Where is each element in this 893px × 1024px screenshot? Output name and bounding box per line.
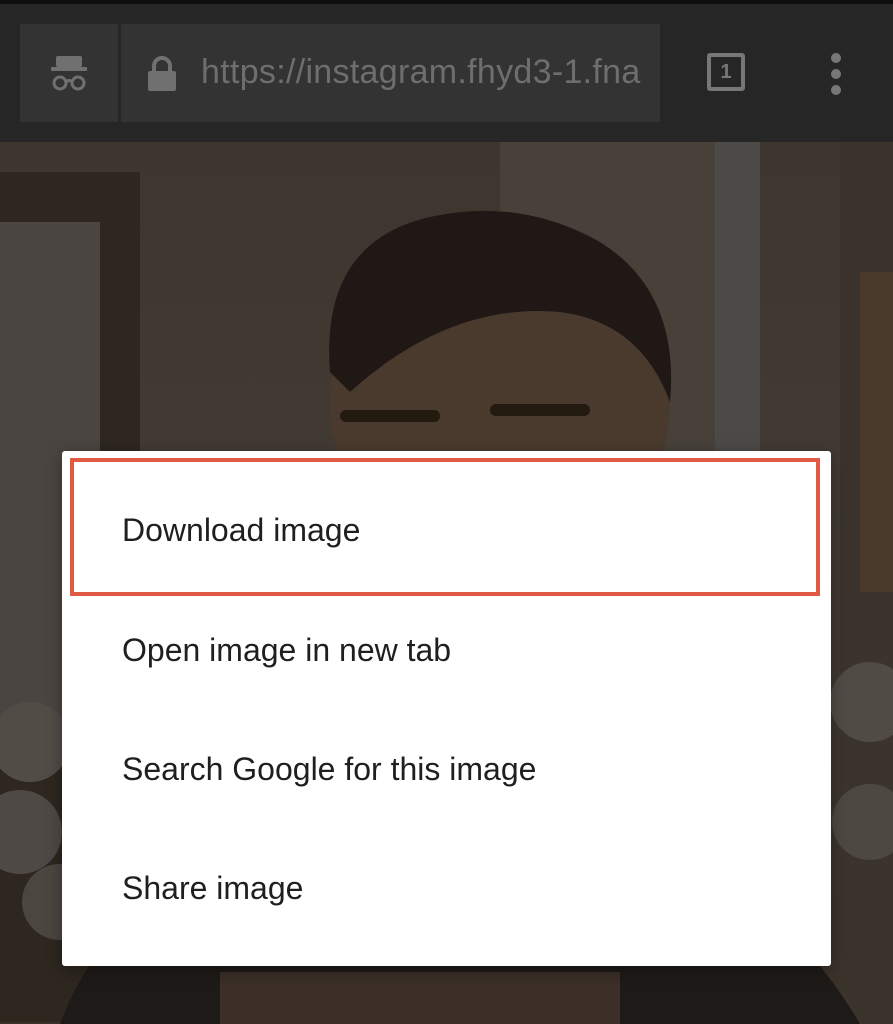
menu-item-search-google-image[interactable]: Search Google for this image — [62, 710, 831, 829]
menu-item-share-image[interactable]: Share image — [62, 829, 831, 948]
menu-item-label: Open image in new tab — [122, 632, 452, 668]
menu-item-label: Search Google for this image — [122, 751, 537, 787]
address-bar[interactable]: https://instagram.fhyd3-1.fna — [121, 24, 660, 122]
more-vert-icon[interactable] — [828, 52, 844, 96]
url-text: https://instagram.fhyd3-1.fna — [201, 53, 641, 91]
menu-item-open-image-new-tab[interactable]: Open image in new tab — [62, 591, 831, 710]
tab-switcher-button[interactable]: 1 — [707, 53, 745, 91]
menu-item-label: Share image — [122, 870, 304, 906]
annotation-highlight — [70, 458, 820, 596]
incognito-icon — [51, 56, 87, 91]
browser-toolbar: https://instagram.fhyd3-1.fna 1 — [0, 0, 893, 142]
status-bar-strip — [0, 0, 893, 4]
lock-icon — [148, 56, 176, 91]
incognito-indicator[interactable] — [20, 24, 118, 122]
